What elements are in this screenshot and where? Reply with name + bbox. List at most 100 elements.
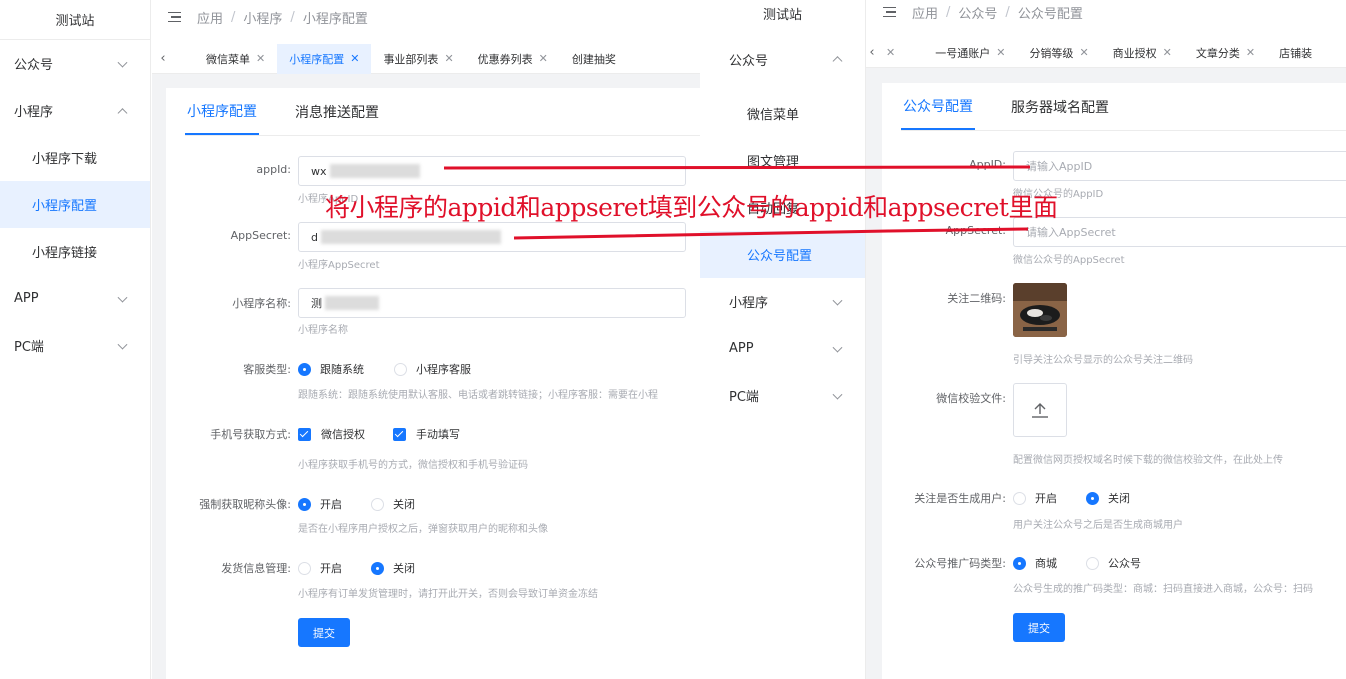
submit-button[interactable]: 提交 [298,618,350,647]
subtab-official-config[interactable]: 公众号配置 [901,83,975,130]
tab-previous[interactable]: ✕ [878,38,905,68]
option-label: 跟随系统 [320,363,364,376]
tab-yihaotong-account[interactable]: 一号通账户 ✕ [923,38,1017,68]
close-icon[interactable]: ✕ [256,52,265,65]
tab-create-lottery[interactable]: 创建抽奖 [560,44,628,74]
breadcrumb-item[interactable]: 公众号 [958,3,997,22]
sidebar-item-label: 图文管理 [747,155,800,170]
subtab-message-push[interactable]: 消息推送配置 [293,88,381,135]
menu-toggle-icon[interactable] [883,6,896,18]
name-label: 小程序名称: [232,297,291,310]
appid-input[interactable]: wx [298,156,686,186]
checkbox-checked [393,427,406,441]
sidebar-item-miniprogram-link[interactable]: 小程序链接 [0,228,150,275]
gen-user-option-off[interactable]: 关闭 [1086,490,1130,506]
sidebar-item-pc[interactable]: PC端 [700,372,865,419]
phone-option-wechat-auth[interactable]: 微信授权 [298,426,365,442]
sidebar-item-label: PC端 [729,390,759,405]
breadcrumb-item: 小程序配置 [302,11,368,27]
breadcrumb-item[interactable]: 小程序 [243,8,282,27]
close-icon[interactable]: ✕ [350,52,359,65]
close-icon[interactable]: ✕ [1163,46,1172,59]
service-option-system[interactable]: 跟随系统 [298,361,364,377]
checkbox-checked [298,427,311,441]
name-input[interactable]: 测 [298,288,686,318]
appid-value: wx [311,164,327,178]
radio-unchecked [1013,491,1026,505]
force-avatar-label: 强制获取昵称头像: [199,498,291,511]
sidebar-item-official-account[interactable]: 公众号 [0,40,150,87]
shipping-option-off[interactable]: 关闭 [371,560,415,576]
option-label: 微信授权 [321,428,365,441]
tab-label: 微信菜单 [206,52,250,66]
sidebar-item-label: APP [729,341,754,356]
menu-toggle-icon[interactable] [168,11,181,23]
subtabs: 公众号配置 服务器域名配置 [901,83,1346,131]
sidebar-item-miniprogram[interactable]: 小程序 [0,87,150,134]
breadcrumb-item[interactable]: 应用 [197,8,223,27]
service-option-miniprogram[interactable]: 小程序客服 [394,361,471,377]
tab-shop-decoration[interactable]: 店铺装 [1267,38,1324,68]
tab-article-category[interactable]: 文章分类 ✕ [1184,38,1267,68]
submit-button[interactable]: 提交 [1013,613,1065,642]
verify-file-upload[interactable] [1013,383,1067,437]
breadcrumb-separator: / [1005,4,1010,20]
appid-input[interactable]: 请输入AppID [1013,151,1346,181]
tab-label: 文章分类 [1195,46,1240,60]
secret-input[interactable]: 请输入AppSecret [1013,217,1346,247]
chevron-down-icon [832,295,843,306]
sidebar-item-label: 小程序 [14,105,54,120]
sidebar-item-miniprogram-download[interactable]: 小程序下载 [0,134,150,181]
sidebar-item-wechat-menu[interactable]: 微信菜单 [700,90,865,137]
chevron-down-icon [832,342,843,353]
option-label: 关闭 [393,498,415,511]
appid-label: AppID: [969,158,1006,171]
subtab-miniprogram-config[interactable]: 小程序配置 [185,88,259,135]
tab-business-license[interactable]: 商业授权 ✕ [1101,38,1184,68]
sidebar-item-miniprogram[interactable]: 小程序 [700,278,865,325]
close-icon[interactable]: ✕ [539,52,548,65]
qr-thumbnail-icon [1013,283,1067,337]
tab-label: 事业部列表 [383,52,439,66]
tab-distribution-level[interactable]: 分销等级 ✕ [1017,38,1100,68]
sidebar-item-official-config[interactable]: 公众号配置 [700,231,865,278]
close-icon[interactable]: ✕ [1246,46,1255,59]
sidebar-item-official-account[interactable]: 公众号 [700,28,865,90]
close-icon[interactable]: ✕ [444,52,453,65]
tab-coupon-list[interactable]: 优惠券列表 ✕ [466,44,560,74]
sidebar-item-article-manage[interactable]: 图文管理 [700,137,865,184]
phone-option-manual[interactable]: 手动填写 [393,426,460,442]
tabs-scroll-left-icon[interactable]: ‹ [866,38,878,68]
site-logo: 测试站 [0,0,150,40]
radio-unchecked [298,561,311,575]
breadcrumb-item[interactable]: 应用 [912,3,938,22]
sidebar-item-label: 公众号配置 [747,249,813,264]
subtab-server-domain[interactable]: 服务器域名配置 [1009,83,1111,130]
sidebar-item-app[interactable]: APP [700,325,865,372]
sidebar-item-miniprogram-config[interactable]: 小程序配置 [0,181,150,228]
tab-miniprogram-config[interactable]: 小程序配置 ✕ [277,43,372,74]
promo-option-official[interactable]: 公众号 [1086,555,1141,571]
close-icon[interactable]: ✕ [1079,46,1088,59]
sidebar-item-pc[interactable]: PC端 [0,322,150,369]
avatar-option-off[interactable]: 关闭 [371,496,415,512]
close-icon[interactable]: ✕ [886,46,895,59]
shipping-label: 发货信息管理: [221,562,291,575]
sidebar-item-label: 小程序 [729,296,769,311]
sidebar-item-label: 小程序链接 [32,246,98,261]
tabs-scroll-left-icon[interactable]: ‹ [152,44,174,74]
tab-wechat-menu[interactable]: 微信菜单 ✕ [194,44,277,74]
sidebar-item-label: 小程序配置 [32,199,98,214]
close-icon[interactable]: ✕ [996,46,1005,59]
promo-code-label: 公众号推广码类型: [914,557,1006,570]
option-label: 手动填写 [416,428,460,441]
promo-option-mall[interactable]: 商城 [1013,555,1057,571]
sidebar-item-app[interactable]: APP [0,275,150,322]
tab-label: 店铺装 [1279,46,1313,60]
tab-division-list[interactable]: 事业部列表 ✕ [371,44,465,74]
avatar-option-on[interactable]: 开启 [298,496,342,512]
qr-code-image[interactable] [1013,283,1067,337]
gen-user-option-on[interactable]: 开启 [1013,490,1057,506]
secret-input[interactable]: d [298,222,686,252]
shipping-option-on[interactable]: 开启 [298,560,342,576]
